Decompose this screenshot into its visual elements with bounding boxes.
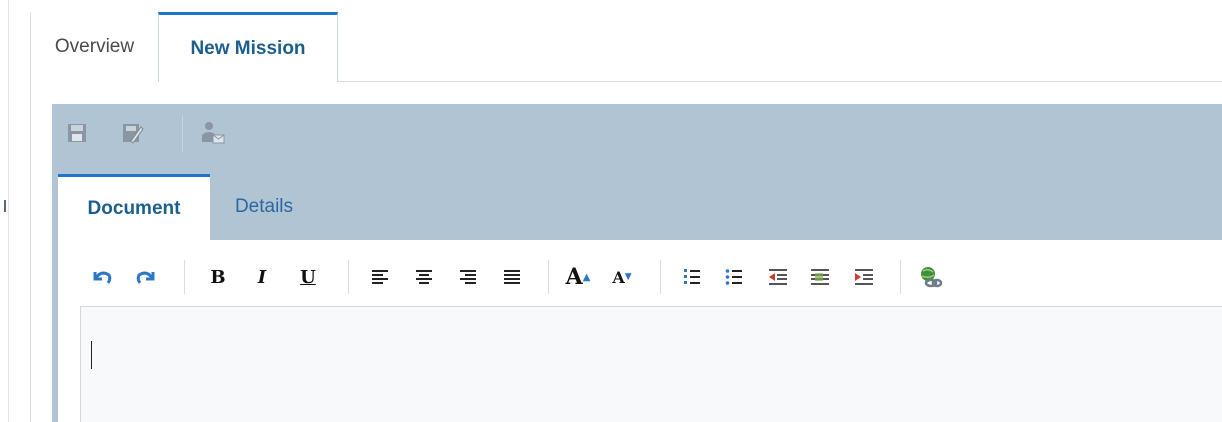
toolbar-separator xyxy=(184,260,185,294)
redo-icon[interactable] xyxy=(134,264,158,290)
align-left-icon[interactable] xyxy=(368,264,392,290)
indent-icon[interactable] xyxy=(852,264,876,290)
bullet-list-icon[interactable] xyxy=(722,264,746,290)
justify-icon[interactable] xyxy=(500,264,524,290)
save-icon[interactable] xyxy=(64,120,90,146)
mission-panel: Document Details B I U A ▲ A ▼ xyxy=(52,104,1222,422)
splitter-handle[interactable] xyxy=(4,200,6,212)
toolbar-separator xyxy=(660,260,661,294)
left-divider xyxy=(8,0,9,422)
tab-overview[interactable]: Overview xyxy=(30,12,158,82)
undo-icon[interactable] xyxy=(90,264,114,290)
tab-details[interactable]: Details xyxy=(214,174,314,240)
save-and-close-icon[interactable] xyxy=(120,120,146,146)
underline-button[interactable]: U xyxy=(296,264,320,290)
font-larger-label: A xyxy=(565,264,583,290)
outdent-icon[interactable] xyxy=(766,264,790,290)
mission-toolbar xyxy=(52,104,1222,170)
toolbar-separator xyxy=(548,260,549,294)
rich-text-editor: B I U A ▲ A ▼ xyxy=(58,240,1222,422)
italic-button[interactable]: I xyxy=(250,264,274,290)
bold-button[interactable]: B xyxy=(206,264,230,290)
font-smaller-label: A xyxy=(612,267,625,287)
assign-user-icon[interactable] xyxy=(200,120,226,146)
tab-new-mission[interactable]: New Mission xyxy=(158,12,338,82)
tab-document[interactable]: Document xyxy=(58,174,210,240)
insert-link-icon[interactable] xyxy=(918,264,942,290)
align-right-icon[interactable] xyxy=(456,264,480,290)
numbered-list-icon[interactable] xyxy=(680,264,704,290)
font-smaller-icon[interactable]: A ▼ xyxy=(610,264,634,290)
align-center-icon[interactable] xyxy=(412,264,436,290)
tab-strip-border xyxy=(338,81,1222,82)
text-caret xyxy=(91,341,92,369)
toolbar-separator xyxy=(182,116,183,152)
editor-toolbar: B I U A ▲ A ▼ xyxy=(80,250,1222,306)
panel-border xyxy=(30,82,31,422)
toolbar-separator xyxy=(348,260,349,294)
toolbar-separator xyxy=(900,260,901,294)
editor-content-area[interactable] xyxy=(80,306,1222,422)
indent-icon-secondary[interactable] xyxy=(808,264,832,290)
font-larger-icon[interactable]: A ▲ xyxy=(565,264,591,290)
